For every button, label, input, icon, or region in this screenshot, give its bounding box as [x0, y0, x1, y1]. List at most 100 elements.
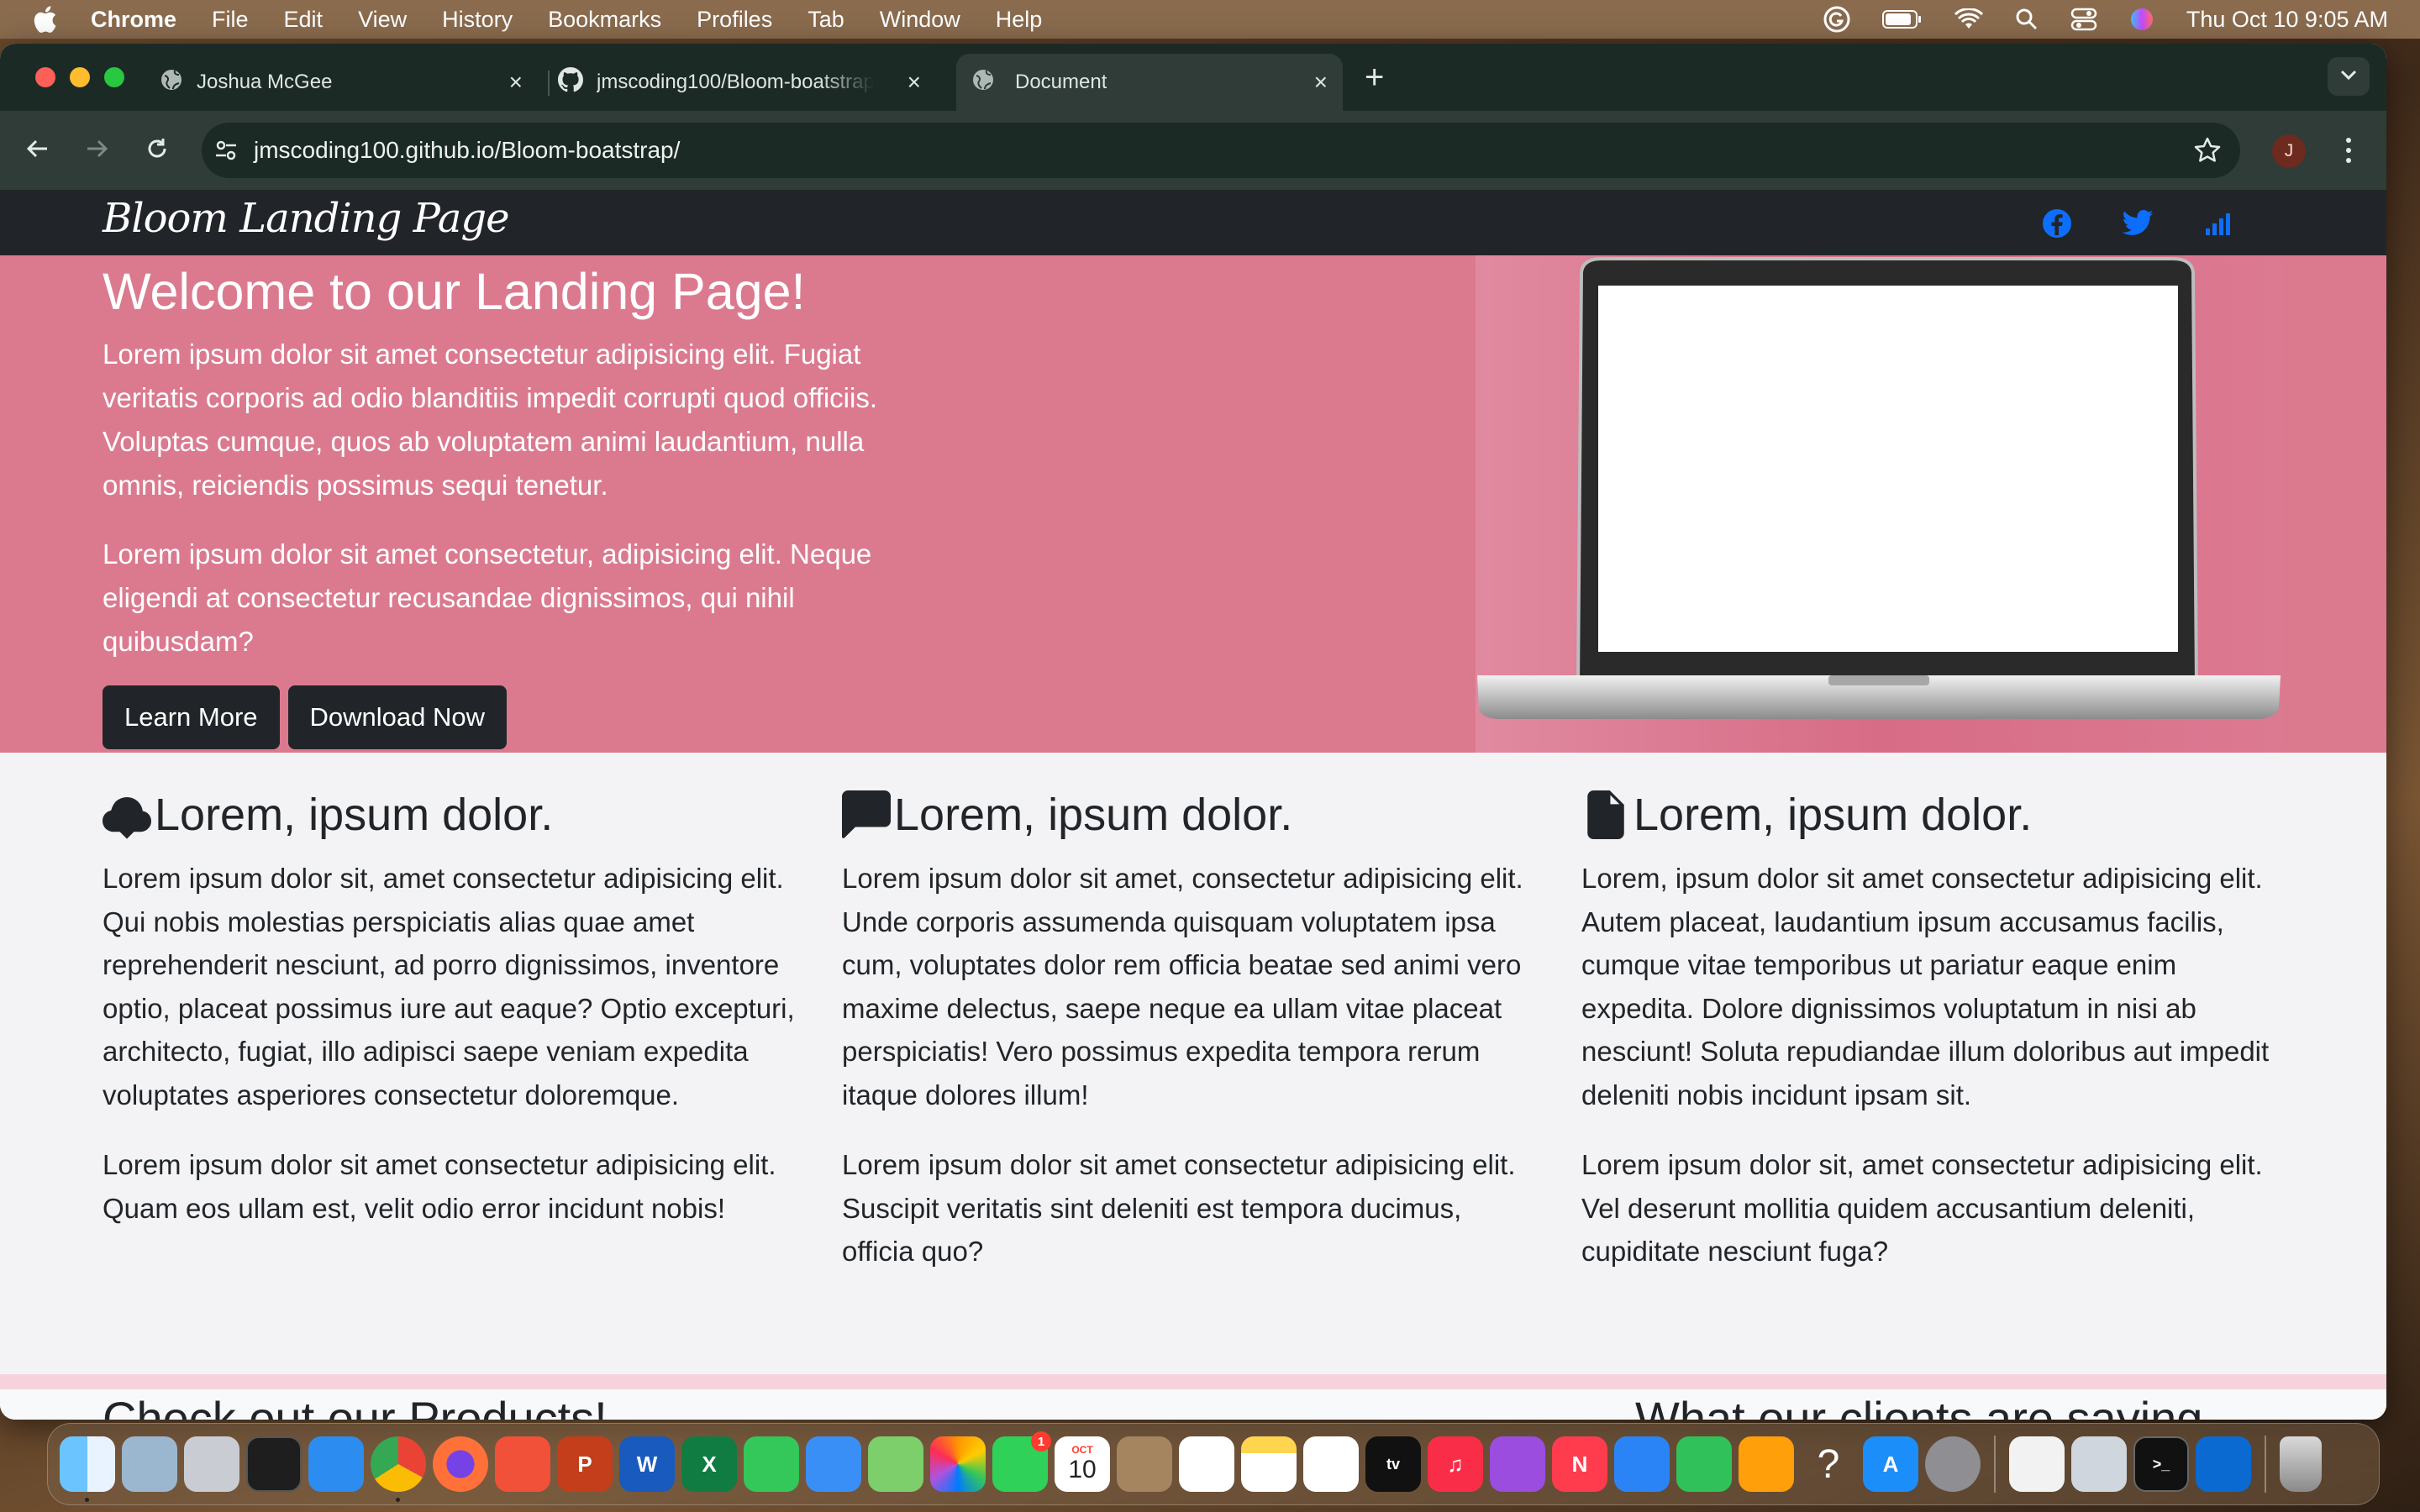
reload-button[interactable]: [138, 131, 176, 170]
products-section-partial: Check out our Products! What our clients…: [0, 1389, 2386, 1420]
chrome-icon[interactable]: [371, 1436, 426, 1502]
spotlight-search-icon[interactable]: [2015, 8, 2039, 31]
chrome-menu-icon[interactable]: [2336, 131, 2361, 170]
system-settings-icon[interactable]: [1925, 1436, 1981, 1492]
contacts-icon[interactable]: [1117, 1436, 1172, 1492]
close-window-button[interactable]: [35, 67, 55, 87]
menu-history[interactable]: History: [442, 7, 513, 33]
menu-bar: Chrome File Edit View History Bookmarks …: [0, 0, 2420, 39]
menu-file[interactable]: File: [212, 7, 249, 33]
running-indicator: [396, 1498, 400, 1502]
word-icon[interactable]: W: [619, 1436, 675, 1492]
freeform-icon[interactable]: [1303, 1436, 1359, 1492]
profile-avatar[interactable]: J: [2272, 134, 2306, 168]
arrow-right-icon: [84, 136, 109, 165]
mail-icon[interactable]: [806, 1436, 861, 1492]
powerpoint-icon[interactable]: P: [557, 1436, 613, 1492]
minimize-window-button[interactable]: [70, 67, 90, 87]
calendar-month: OCT: [1071, 1444, 1093, 1456]
menu-tab[interactable]: Tab: [808, 7, 844, 33]
tips-icon[interactable]: ?: [1801, 1436, 1856, 1492]
forward-button[interactable]: [77, 131, 116, 170]
tab-github-repo[interactable]: jmscoding100/Bloom-boatstrap ×: [558, 54, 936, 111]
tab-document[interactable]: Document ×: [956, 54, 1343, 111]
facebook-icon[interactable]: [2040, 207, 2074, 244]
close-tab-icon[interactable]: ×: [509, 71, 523, 94]
preview-icon[interactable]: [122, 1436, 177, 1492]
feature-heading: Lorem, ipsum dolor.: [842, 788, 1539, 842]
news-icon[interactable]: N: [1552, 1436, 1607, 1492]
apple-tv-icon[interactable]: tv: [1365, 1436, 1421, 1492]
hero-buttons: Learn More Download Now: [103, 685, 508, 749]
trash-icon[interactable]: [2280, 1436, 2322, 1492]
notes-icon[interactable]: [1241, 1436, 1297, 1492]
terminal-icon[interactable]: >_: [2133, 1436, 2189, 1492]
screenshot-icon[interactable]: [2071, 1436, 2127, 1492]
swift-icon[interactable]: [495, 1436, 550, 1492]
maximize-window-button[interactable]: [104, 67, 124, 87]
excel-icon[interactable]: X: [681, 1436, 737, 1492]
tab-search-button[interactable]: [2328, 57, 2370, 96]
music-icon[interactable]: ♫: [1428, 1436, 1483, 1492]
maps-icon[interactable]: [868, 1436, 923, 1492]
textedit-icon[interactable]: [2009, 1436, 2065, 1492]
url-text[interactable]: jmscoding100.github.io/Bloom-boatstrap/: [254, 137, 680, 164]
twitter-icon[interactable]: [2121, 207, 2154, 244]
menu-window[interactable]: Window: [880, 7, 960, 33]
reminders-icon[interactable]: [1179, 1436, 1234, 1492]
photos-icon[interactable]: [930, 1436, 986, 1492]
feature-column-3: Lorem, ipsum dolor. Lorem, ipsum dolor s…: [1581, 788, 2279, 1273]
messages-icon[interactable]: [744, 1436, 799, 1492]
firefox-icon[interactable]: [433, 1436, 488, 1492]
dock: P W X 1 OCT 10 tv ♫ N ? A >_: [47, 1423, 2380, 1505]
grammarly-icon[interactable]: [1823, 6, 1850, 33]
file-icon: [1581, 790, 1630, 839]
address-bar[interactable]: jmscoding100.github.io/Bloom-boatstrap/: [202, 123, 2240, 178]
menu-bookmarks[interactable]: Bookmarks: [548, 7, 661, 33]
close-tab-icon[interactable]: ×: [1314, 71, 1328, 94]
new-tab-button[interactable]: +: [1365, 59, 1384, 97]
calendar-icon[interactable]: OCT 10: [1055, 1436, 1110, 1492]
battery-icon[interactable]: [1881, 9, 1923, 29]
features-section: Lorem, ipsum dolor. Lorem ipsum dolor si…: [0, 753, 2386, 1374]
notification-badge: 1: [1031, 1431, 1051, 1452]
vscode-icon[interactable]: [2196, 1436, 2251, 1492]
chevron-down-icon: [2339, 69, 2358, 85]
finder-icon[interactable]: [60, 1436, 115, 1502]
browser-toolbar: jmscoding100.github.io/Bloom-boatstrap/ …: [0, 111, 2386, 190]
bookmark-star-icon[interactable]: [2193, 136, 2222, 171]
feature-heading-text: Lorem, ipsum dolor.: [894, 790, 1293, 840]
menu-help[interactable]: Help: [996, 7, 1043, 33]
close-tab-icon[interactable]: ×: [908, 71, 921, 94]
feature-paragraph-2: Lorem ipsum dolor sit amet consectetur a…: [842, 1149, 1516, 1267]
siri-icon[interactable]: [2129, 7, 2154, 32]
feature-column-1: Lorem, ipsum dolor. Lorem ipsum dolor si…: [103, 788, 800, 1230]
podcasts-icon[interactable]: [1490, 1436, 1545, 1492]
signal-bars-icon[interactable]: [2202, 207, 2235, 244]
control-center-icon[interactable]: [2070, 8, 2097, 31]
menu-chrome[interactable]: Chrome: [91, 7, 176, 33]
numbers-icon[interactable]: [1676, 1436, 1732, 1492]
back-button[interactable]: [18, 131, 57, 170]
feature-paragraph-2: Lorem ipsum dolor sit amet consectetur a…: [103, 1149, 776, 1224]
menu-profiles[interactable]: Profiles: [697, 7, 772, 33]
window-controls: [35, 67, 124, 87]
site-info-icon[interactable]: [213, 138, 239, 163]
launchpad-icon[interactable]: [184, 1436, 239, 1492]
keynote-icon[interactable]: [1614, 1436, 1670, 1492]
site-brand[interactable]: Bloom Landing Page: [103, 195, 509, 242]
pages-icon[interactable]: [1739, 1436, 1794, 1492]
terminal-exec-icon[interactable]: [246, 1436, 302, 1492]
wifi-icon[interactable]: [1954, 8, 1983, 30]
app-store-icon[interactable]: A: [1863, 1436, 1918, 1492]
menu-edit[interactable]: Edit: [284, 7, 324, 33]
menubar-datetime[interactable]: Thu Oct 10 9:05 AM: [2186, 7, 2388, 33]
safari-icon[interactable]: [308, 1436, 364, 1492]
tab-joshua-mcgee[interactable]: Joshua McGee ×: [160, 54, 538, 111]
apple-icon[interactable]: [32, 5, 69, 34]
download-now-button[interactable]: Download Now: [287, 685, 508, 749]
tab-title: Joshua McGee: [197, 71, 333, 93]
menu-view[interactable]: View: [358, 7, 407, 33]
learn-more-button[interactable]: Learn More: [103, 685, 280, 749]
facetime-icon[interactable]: 1: [992, 1431, 1051, 1492]
